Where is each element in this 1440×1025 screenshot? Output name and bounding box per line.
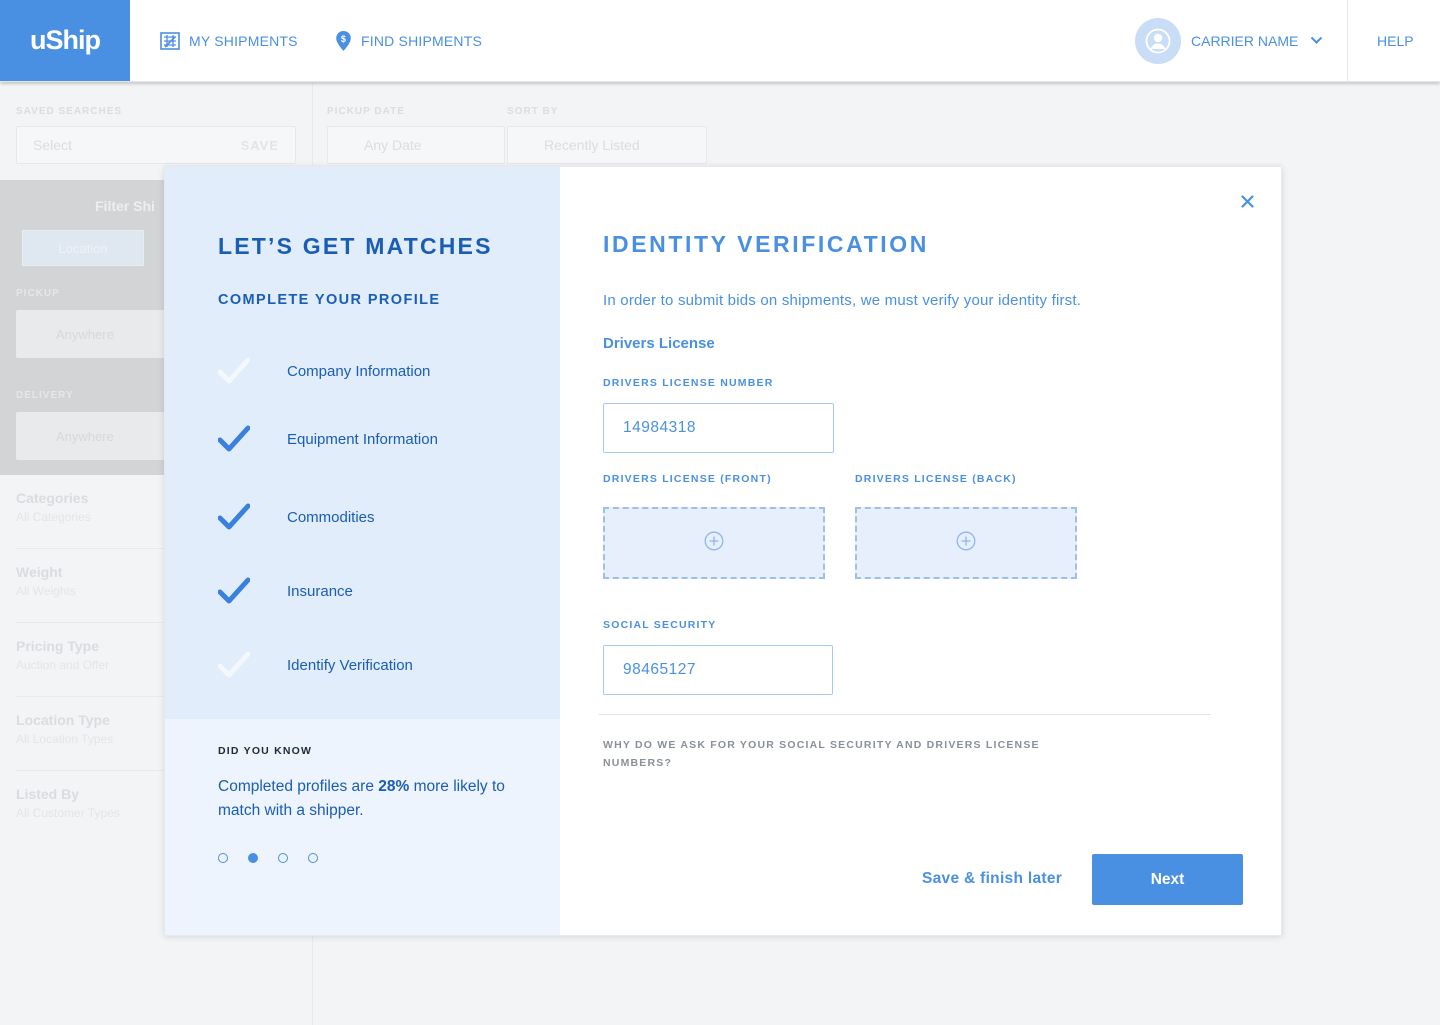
location-tab[interactable]: Location — [22, 230, 144, 266]
identity-verification-intro: In order to submit bids on shipments, we… — [603, 292, 1082, 309]
nav-my-shipments-label: MY SHIPMENTS — [189, 32, 298, 49]
step-label: Insurance — [287, 582, 353, 600]
panel-title: LET’S GET MATCHES — [218, 233, 493, 259]
sort-by-value: Recently Listed — [544, 137, 640, 153]
filter-pricing-type[interactable]: Pricing Type Auction and Offer — [16, 638, 156, 672]
pickup-label: PICKUP — [16, 288, 60, 299]
filter-value: Auction and Offer — [16, 658, 110, 672]
location-pin-dollar-icon: $ — [335, 30, 352, 52]
drivers-license-front-label: DRIVERS LICENSE (FRONT) — [603, 473, 772, 485]
user-avatar-icon — [1135, 17, 1181, 64]
uship-logo[interactable]: uShip — [0, 0, 130, 81]
pickup-date-value: Any Date — [364, 137, 422, 153]
filter-panel: Filter Shi Location PICKUP Anywhere DELI… — [0, 180, 165, 475]
pickup-date-select[interactable]: Any Date — [327, 126, 505, 164]
drivers-license-heading: Drivers License — [603, 335, 715, 352]
save-and-finish-later-button[interactable]: Save & finish later — [922, 870, 1062, 888]
nav-my-shipments[interactable]: MY SHIPMENTS — [160, 0, 298, 81]
saved-searches-value: Select — [33, 137, 72, 153]
checkmark-icon — [218, 575, 250, 607]
nav-help[interactable]: HELP — [1377, 0, 1414, 81]
filter-value: All Location Types — [16, 732, 114, 746]
drivers-license-back-upload[interactable] — [855, 507, 1077, 579]
step-label: Identify Verification — [287, 656, 413, 674]
saved-searches-label: SAVED SEARCHES — [16, 106, 123, 117]
step-company-information[interactable]: Company Information — [218, 355, 538, 387]
section-divider — [599, 714, 1211, 715]
filter-value: All Customer Types — [16, 806, 120, 820]
filter-divider — [16, 696, 166, 697]
carousel-dots — [218, 853, 338, 863]
step-identify-verification[interactable]: Identify Verification — [218, 649, 538, 681]
step-label: Company Information — [287, 362, 431, 380]
filter-panel-title: Filter Shi — [95, 198, 155, 214]
tip-highlight: 28% — [378, 778, 410, 795]
filter-value: All Categories — [16, 510, 91, 524]
pickup-date-label: PICKUP DATE — [327, 106, 405, 117]
user-name: CARRIER NAME — [1191, 32, 1299, 49]
drivers-license-number-input[interactable] — [603, 403, 834, 453]
filter-title: Categories — [16, 490, 89, 506]
panel-subtitle: COMPLETE YOUR PROFILE — [218, 292, 441, 308]
step-label: Equipment Information — [287, 430, 438, 448]
pickup-input[interactable]: Anywhere — [16, 310, 165, 358]
sort-by-label: SORT BY — [507, 106, 559, 117]
delivery-label: DELIVERY — [16, 390, 74, 401]
did-you-know-label: DID YOU KNOW — [218, 745, 313, 757]
filter-listed-by[interactable]: Listed By All Customer Types — [16, 786, 156, 820]
drivers-license-number-label: DRIVERS LICENSE NUMBER — [603, 377, 774, 389]
identity-verification-title: IDENTITY VERIFICATION — [603, 231, 929, 257]
tip-text-start: Completed profiles are — [218, 778, 379, 795]
nav-divider — [1347, 0, 1348, 81]
filter-value: All Weights — [16, 584, 76, 598]
filter-title: Weight — [16, 564, 63, 580]
shipments-grid-icon — [160, 31, 180, 50]
why-we-ask-link[interactable]: WHY DO WE ASK FOR YOUR SOCIAL SECURITY A… — [603, 736, 1063, 772]
filter-location-type[interactable]: Location Type All Location Types — [16, 712, 156, 746]
chevron-down-icon[interactable] — [1310, 32, 1323, 50]
carousel-dot[interactable] — [308, 853, 318, 863]
filter-divider — [16, 548, 166, 549]
saved-searches-select[interactable]: Select SAVE — [16, 126, 296, 164]
filter-weight[interactable]: Weight All Weights — [16, 564, 156, 598]
filter-divider — [16, 622, 166, 623]
social-security-input[interactable] — [603, 645, 833, 695]
carousel-dot[interactable] — [248, 853, 258, 863]
step-insurance[interactable]: Insurance — [218, 575, 538, 607]
step-equipment-information[interactable]: Equipment Information — [218, 423, 538, 455]
filter-title: Pricing Type — [16, 638, 99, 654]
checkmark-icon — [218, 423, 250, 455]
next-button[interactable]: Next — [1092, 854, 1243, 905]
filter-divider — [16, 770, 166, 771]
plus-circle-icon — [704, 531, 724, 556]
profile-completion-modal: LET’S GET MATCHES COMPLETE YOUR PROFILE … — [164, 166, 1282, 936]
checkmark-icon — [218, 355, 250, 387]
filter-categories[interactable]: Categories All Categories — [16, 490, 156, 524]
checkmark-icon — [218, 649, 250, 681]
profile-progress-panel: LET’S GET MATCHES COMPLETE YOUR PROFILE … — [165, 167, 560, 935]
carousel-dot[interactable] — [278, 853, 288, 863]
drivers-license-front-upload[interactable] — [603, 507, 825, 579]
delivery-input[interactable]: Anywhere — [16, 412, 165, 460]
carousel-dot[interactable] — [218, 853, 228, 863]
checkmark-icon — [218, 501, 250, 533]
user-menu[interactable]: CARRIER NAME — [1135, 0, 1323, 81]
social-security-label: SOCIAL SECURITY — [603, 619, 717, 631]
top-navigation: uShip MY SHIPMENTS $ FIND SHIPMENTS CARR… — [0, 0, 1440, 82]
filter-title: Location Type — [16, 712, 110, 728]
svg-text:$: $ — [341, 34, 346, 44]
save-search-button[interactable]: SAVE — [241, 138, 279, 153]
logo-text: uShip — [30, 25, 101, 55]
filter-title: Listed By — [16, 786, 80, 802]
plus-circle-icon — [956, 531, 976, 556]
nav-find-shipments[interactable]: $ FIND SHIPMENTS — [335, 0, 482, 81]
drivers-license-back-label: DRIVERS LICENSE (BACK) — [855, 473, 1017, 485]
nav-find-shipments-label: FIND SHIPMENTS — [361, 32, 483, 49]
did-you-know-tip: Completed profiles are 28% more likely t… — [218, 775, 508, 823]
step-label: Commodities — [287, 508, 375, 526]
sort-by-select[interactable]: Recently Listed — [507, 126, 707, 164]
close-icon[interactable] — [1237, 191, 1257, 211]
step-commodities[interactable]: Commodities — [218, 501, 538, 533]
